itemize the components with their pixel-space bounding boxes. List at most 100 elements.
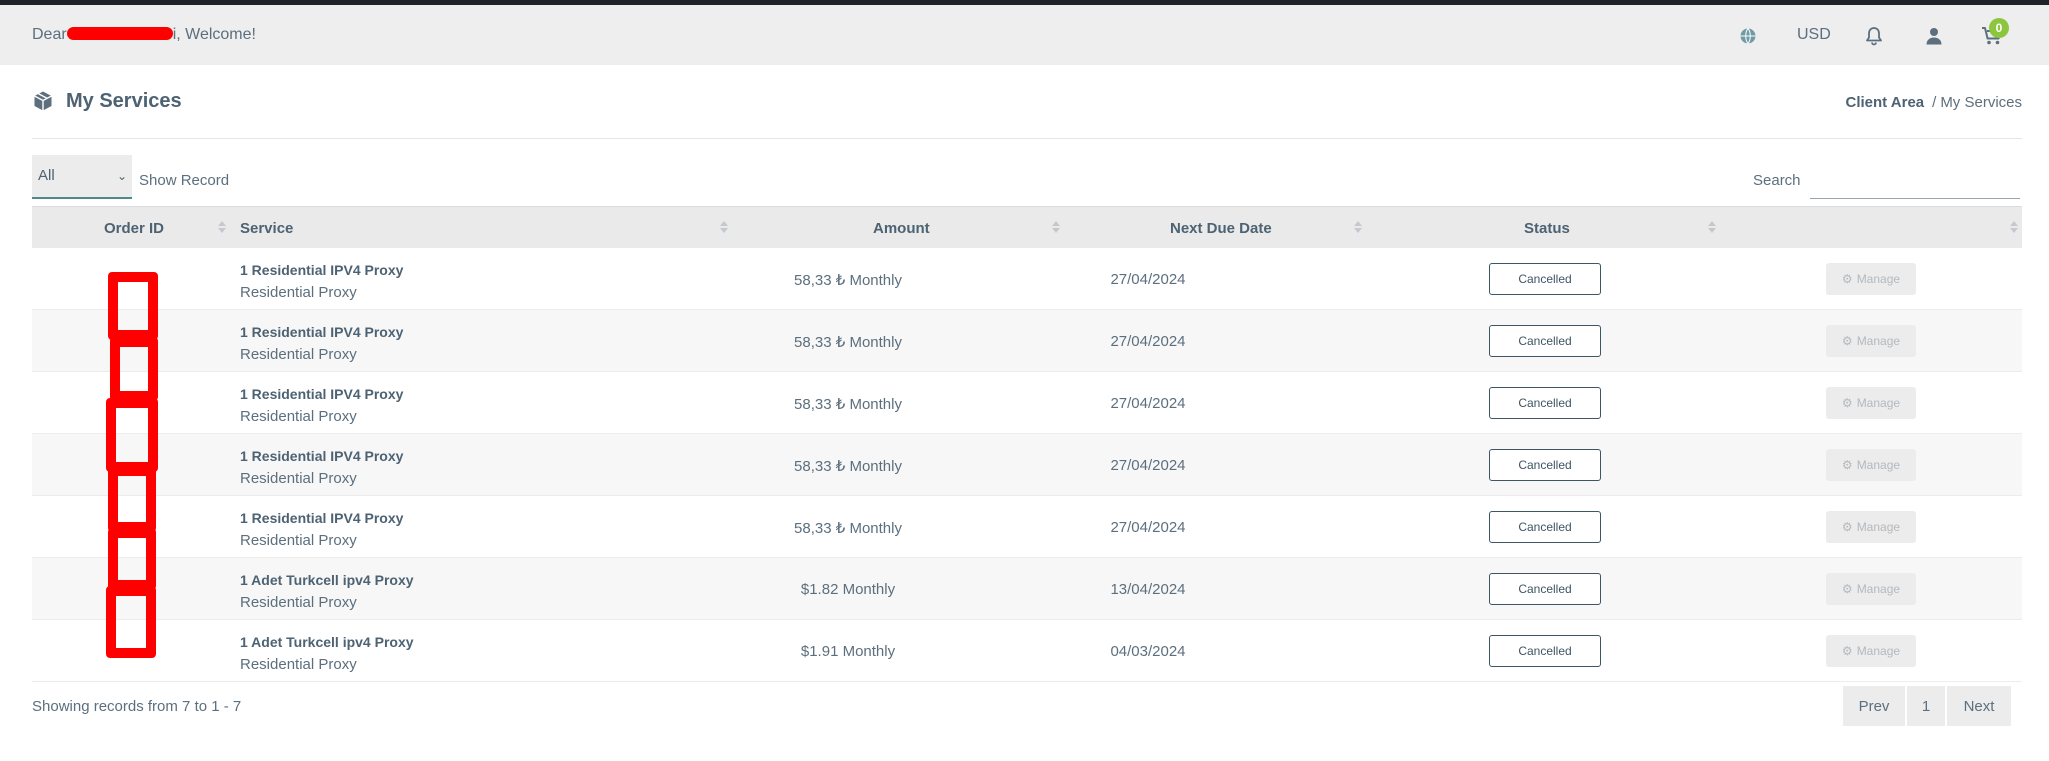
- globe-icon[interactable]: [1737, 23, 1759, 49]
- service-amount: 58,33 ₺ Monthly: [794, 334, 902, 351]
- bell-icon[interactable]: [1862, 23, 1886, 49]
- manage-label: Manage: [1856, 458, 1901, 472]
- manage-label: Manage: [1856, 520, 1901, 534]
- manage-button[interactable]: ⚙ Manage: [1826, 635, 1916, 667]
- gear-icon: ⚙: [1841, 582, 1853, 596]
- redaction-mark: [106, 586, 156, 658]
- show-record-label: Show Record: [139, 172, 230, 189]
- sort-icon[interactable]: [2010, 220, 2018, 234]
- cart-count-badge: 0: [1989, 18, 2009, 38]
- service-amount: 58,33 ₺ Monthly: [794, 396, 902, 413]
- welcome-suffix: i, Welcome!: [172, 26, 256, 43]
- manage-button[interactable]: ⚙ Manage: [1826, 511, 1916, 543]
- sort-icon[interactable]: [1708, 220, 1716, 234]
- status-badge: Cancelled: [1489, 449, 1601, 481]
- box-icon: [32, 90, 54, 112]
- status-badge: Cancelled: [1489, 387, 1601, 419]
- records-info: Showing records from 7 to 1 - 7: [32, 698, 242, 715]
- sort-icon[interactable]: [1052, 220, 1060, 234]
- col-service[interactable]: Service: [240, 220, 293, 237]
- services-table: Order ID Service Amount Next Due Date St…: [32, 206, 2022, 682]
- table-row: 1 Residential IPV4 Proxy Residential Pro…: [32, 434, 2022, 496]
- sort-icon[interactable]: [1354, 220, 1362, 234]
- page-title: My Services: [66, 90, 182, 112]
- manage-button[interactable]: ⚙ Manage: [1826, 325, 1916, 357]
- table-row: 1 Residential IPV4 Proxy Residential Pro…: [32, 496, 2022, 558]
- service-group: Residential Proxy: [240, 532, 357, 549]
- service-name[interactable]: 1 Adet Turkcell ipv4 Proxy: [240, 572, 414, 588]
- sort-icon[interactable]: [720, 220, 728, 234]
- status-badge: Cancelled: [1489, 573, 1601, 605]
- redaction-mark: [106, 398, 158, 472]
- manage-label: Manage: [1856, 334, 1901, 348]
- status-badge: Cancelled: [1489, 263, 1601, 295]
- service-group: Residential Proxy: [240, 408, 357, 425]
- table-row: 1 Residential IPV4 Proxy Residential Pro…: [32, 310, 2022, 372]
- redaction-mark: [108, 272, 158, 340]
- service-name[interactable]: 1 Residential IPV4 Proxy: [240, 448, 403, 464]
- redacted-username: [66, 27, 173, 40]
- manage-label: Manage: [1856, 644, 1901, 658]
- prev-page-button[interactable]: Prev: [1843, 686, 1905, 726]
- redaction-mark: [108, 466, 156, 532]
- next-due-date: 27/04/2024: [1110, 519, 1186, 536]
- col-order-id[interactable]: Order ID: [104, 220, 164, 237]
- col-status[interactable]: Status: [1524, 220, 1570, 237]
- col-amount[interactable]: Amount: [873, 220, 930, 237]
- redaction-mark: [110, 337, 158, 401]
- sort-icon[interactable]: [218, 220, 226, 234]
- top-header: Dear i, Welcome! USD 0: [0, 5, 2049, 65]
- manage-label: Manage: [1856, 396, 1901, 410]
- service-group: Residential Proxy: [240, 470, 357, 487]
- gear-icon: ⚙: [1841, 334, 1853, 348]
- manage-button[interactable]: ⚙ Manage: [1826, 449, 1916, 481]
- manage-button[interactable]: ⚙ Manage: [1826, 263, 1916, 295]
- filter-selected-value: All: [38, 167, 55, 184]
- record-filter-select[interactable]: All ⌄: [32, 155, 132, 199]
- next-page-button[interactable]: Next: [1947, 686, 2011, 726]
- gear-icon: ⚙: [1841, 396, 1853, 410]
- service-amount: 58,33 ₺ Monthly: [794, 272, 902, 289]
- service-amount: 58,33 ₺ Monthly: [794, 458, 902, 475]
- gear-icon: ⚙: [1841, 644, 1853, 658]
- gear-icon: ⚙: [1841, 272, 1853, 286]
- next-due-date: 27/04/2024: [1110, 333, 1186, 350]
- gear-icon: ⚙: [1841, 458, 1853, 472]
- manage-label: Manage: [1856, 582, 1901, 596]
- service-group: Residential Proxy: [240, 594, 357, 611]
- service-name[interactable]: 1 Residential IPV4 Proxy: [240, 510, 403, 526]
- chevron-down-icon: ⌄: [116, 169, 127, 183]
- service-name[interactable]: 1 Residential IPV4 Proxy: [240, 262, 403, 278]
- pagination: Prev 1 Next: [1843, 686, 2011, 726]
- manage-label: Manage: [1856, 272, 1901, 286]
- next-due-date: 04/03/2024: [1110, 643, 1186, 660]
- breadcrumb-client-area[interactable]: Client Area: [1846, 94, 1925, 111]
- service-amount: 58,33 ₺ Monthly: [794, 520, 902, 537]
- service-amount: $1.91 Monthly: [800, 643, 896, 660]
- service-name[interactable]: 1 Residential IPV4 Proxy: [240, 386, 403, 402]
- table-row: 1 Residential IPV4 Proxy Residential Pro…: [32, 248, 2022, 310]
- currency-selector[interactable]: USD: [1797, 26, 1831, 44]
- breadcrumb-current: My Services: [1940, 94, 2022, 111]
- next-due-date: 13/04/2024: [1110, 581, 1186, 598]
- manage-button[interactable]: ⚙ Manage: [1826, 573, 1916, 605]
- search-input[interactable]: [1810, 164, 2020, 199]
- manage-button[interactable]: ⚙ Manage: [1826, 387, 1916, 419]
- col-next-due-date[interactable]: Next Due Date: [1170, 220, 1272, 237]
- service-amount: $1.82 Monthly: [800, 581, 896, 598]
- service-group: Residential Proxy: [240, 346, 357, 363]
- status-badge: Cancelled: [1489, 511, 1601, 543]
- title-divider: [32, 138, 2022, 139]
- table-row: 1 Residential IPV4 Proxy Residential Pro…: [32, 372, 2022, 434]
- table-row: 1 Adet Turkcell ipv4 Proxy Residential P…: [32, 558, 2022, 620]
- welcome-message: Dear i, Welcome!: [32, 26, 256, 44]
- redaction-mark: [108, 528, 156, 590]
- user-icon[interactable]: [1922, 23, 1946, 49]
- status-badge: Cancelled: [1489, 635, 1601, 667]
- page-number-button[interactable]: 1: [1907, 686, 1945, 726]
- service-name[interactable]: 1 Adet Turkcell ipv4 Proxy: [240, 634, 414, 650]
- page-title-row: My Services Client Area / My Services: [32, 88, 2022, 118]
- service-name[interactable]: 1 Residential IPV4 Proxy: [240, 324, 403, 340]
- breadcrumb-separator: /: [1932, 94, 1937, 111]
- service-group: Residential Proxy: [240, 284, 357, 301]
